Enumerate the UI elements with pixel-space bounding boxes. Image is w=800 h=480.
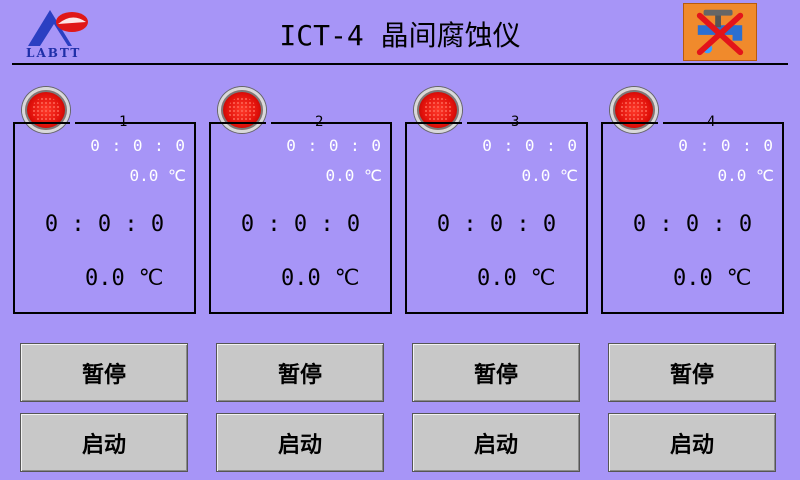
pause-button-2[interactable]: 暂停 bbox=[216, 343, 384, 402]
start-button-4[interactable]: 启动 bbox=[608, 413, 776, 472]
pause-button-4[interactable]: 暂停 bbox=[608, 343, 776, 402]
temperature-value: 0.0 bbox=[477, 266, 517, 291]
set-time: 0 : 0 : 0 bbox=[240, 212, 361, 237]
temperature-small: 0.0 ℃ bbox=[129, 166, 187, 185]
panel-border-right bbox=[75, 122, 196, 124]
channel-number: 4 bbox=[707, 114, 716, 130]
elapsed-time-small: 0 : 0 : 0 bbox=[678, 136, 774, 155]
temperature-unit: ℃ bbox=[726, 266, 752, 291]
set-temperature: 0.0 ℃ bbox=[85, 266, 163, 291]
elapsed-time-small: 0 : 0 : 0 bbox=[90, 136, 186, 155]
elapsed-time-small: 0 : 0 : 0 bbox=[482, 136, 578, 155]
panel-border-left bbox=[13, 122, 70, 124]
panel-border-left bbox=[601, 122, 658, 124]
temperature-unit: ℃ bbox=[334, 266, 360, 291]
pause-button-1[interactable]: 暂停 bbox=[20, 343, 188, 402]
channel-panel-3: 3 0 : 0 : 0 0.0 ℃ 0 : 0 : 0 0.0 ℃ bbox=[405, 114, 588, 314]
temperature-unit: ℃ bbox=[138, 266, 164, 291]
channel-panel-2: 2 0 : 0 : 0 0.0 ℃ 0 : 0 : 0 0.0 ℃ bbox=[209, 114, 392, 314]
start-button-1[interactable]: 启动 bbox=[20, 413, 188, 472]
pause-button-3[interactable]: 暂停 bbox=[412, 343, 580, 402]
set-temperature: 0.0 ℃ bbox=[673, 266, 751, 291]
channel-number: 3 bbox=[511, 114, 520, 130]
temperature-small: 0.0 ℃ bbox=[325, 166, 383, 185]
set-time: 0 : 0 : 0 bbox=[632, 212, 753, 237]
elapsed-time-small: 0 : 0 : 0 bbox=[286, 136, 382, 155]
start-button-3[interactable]: 启动 bbox=[412, 413, 580, 472]
panel-border-right bbox=[271, 122, 392, 124]
page-title: ICT-4 晶间腐蚀仪 bbox=[279, 19, 521, 52]
start-button-2[interactable]: 启动 bbox=[216, 413, 384, 472]
temperature-value: 0.0 bbox=[673, 266, 713, 291]
set-time: 0 : 0 : 0 bbox=[44, 212, 165, 237]
header-divider bbox=[12, 63, 788, 65]
panel-border-left bbox=[209, 122, 266, 124]
set-temperature: 0.0 ℃ bbox=[477, 266, 555, 291]
temperature-value: 0.0 bbox=[85, 266, 125, 291]
set-temperature: 0.0 ℃ bbox=[281, 266, 359, 291]
valve-toggle-button[interactable] bbox=[683, 3, 757, 61]
temperature-value: 0.0 bbox=[281, 266, 321, 291]
channel-number: 2 bbox=[315, 114, 324, 130]
panel-border-right bbox=[467, 122, 588, 124]
channel-panel-4: 4 0 : 0 : 0 0.0 ℃ 0 : 0 : 0 0.0 ℃ bbox=[601, 114, 784, 314]
set-time: 0 : 0 : 0 bbox=[436, 212, 557, 237]
panel-border-left bbox=[405, 122, 462, 124]
temperature-small: 0.0 ℃ bbox=[521, 166, 579, 185]
valve-closed-icon bbox=[696, 9, 744, 56]
temperature-unit: ℃ bbox=[530, 266, 556, 291]
channel-panel-1: 1 0 : 0 : 0 0.0 ℃ 0 : 0 : 0 0.0 ℃ bbox=[13, 114, 196, 314]
panel-border-right bbox=[663, 122, 784, 124]
temperature-small: 0.0 ℃ bbox=[717, 166, 775, 185]
channel-number: 1 bbox=[119, 114, 128, 130]
